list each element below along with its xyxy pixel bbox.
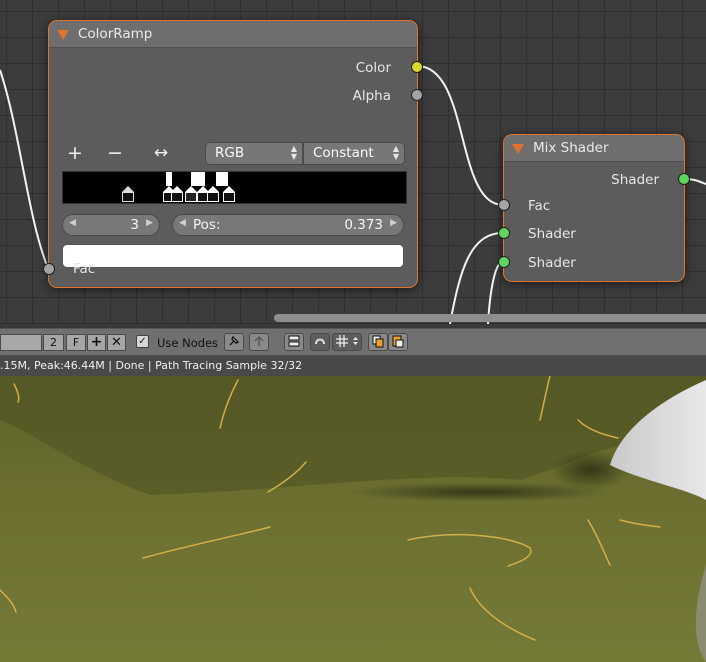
horizontal-scrollbar[interactable] — [274, 314, 706, 322]
dropdown-arrows-icon: ▲ ▼ — [290, 144, 297, 161]
snap-icon[interactable] — [332, 333, 362, 351]
backdrop-icon[interactable] — [284, 333, 304, 351]
render-status-text: .15M, Peak:46.44M | Done | Path Tracing … — [0, 359, 303, 372]
output-shader-label: Shader — [611, 172, 659, 188]
render-image — [0, 376, 706, 662]
output-color-label: Color — [355, 60, 391, 76]
input-shader2-label: Shader — [528, 255, 576, 271]
color-mode-value: RGB — [215, 145, 245, 161]
input-shader1-label: Shader — [528, 226, 576, 242]
output-color-socket[interactable] — [411, 61, 423, 73]
ramp-stop[interactable] — [122, 186, 134, 202]
add-icon[interactable]: + — [64, 141, 86, 165]
position-value: 0.373 — [344, 217, 383, 233]
increment-arrow-icon[interactable]: ▶ — [146, 218, 153, 228]
decrement-arrow-icon[interactable]: ◀ — [69, 218, 76, 228]
mix-shader-header[interactable]: Mix Shader — [504, 135, 684, 162]
ramp-stop[interactable] — [223, 186, 235, 202]
use-nodes-label: Use Nodes — [157, 336, 219, 350]
flip-icon[interactable]: ↔ — [150, 141, 172, 165]
position-field[interactable]: ◀ Pos: 0.373 ▶ — [172, 214, 404, 236]
paste-icon[interactable] — [388, 333, 408, 351]
input-fac-socket[interactable] — [498, 199, 510, 211]
output-alpha-label: Alpha — [352, 88, 391, 104]
parent-icon[interactable] — [249, 333, 269, 351]
render-preview[interactable] — [0, 376, 706, 662]
output-shader-socket[interactable] — [678, 173, 690, 185]
ramp-stop[interactable] — [171, 186, 183, 202]
stop-color-swatch[interactable] — [62, 244, 404, 268]
input-fac-socket[interactable] — [43, 263, 55, 275]
new-icon[interactable]: + — [87, 334, 106, 351]
active-stop-value: 3 — [130, 217, 139, 233]
collapse-arrow-icon[interactable] — [512, 144, 524, 154]
decrement-arrow-icon[interactable]: ◀ — [179, 218, 186, 228]
interpolation-value: Constant — [313, 145, 374, 161]
input-shader1-socket[interactable] — [498, 227, 510, 239]
active-stop-field[interactable]: ◀ 3 ▶ — [62, 214, 160, 236]
position-label: Pos: — [193, 217, 221, 233]
output-alpha-socket[interactable] — [411, 89, 423, 101]
node-title: ColorRamp — [78, 26, 153, 42]
node-editor[interactable]: ColorRamp Color Alpha + − ↔ RGB ▲ ▼ Const… — [0, 0, 706, 324]
color-ramp-bar[interactable] — [62, 171, 407, 204]
input-shader2-socket[interactable] — [498, 256, 510, 268]
ramp-stop[interactable] — [207, 186, 219, 202]
input-fac-label: Fac — [528, 198, 551, 214]
snap-toggle-icon[interactable] — [310, 333, 330, 351]
node-title: Mix Shader — [533, 140, 609, 156]
input-fac-label: Fac — [73, 261, 96, 277]
ramp-stop-active[interactable] — [185, 186, 197, 202]
collapse-arrow-icon[interactable] — [57, 30, 69, 40]
colorramp-node[interactable]: ColorRamp Color Alpha + − ↔ RGB ▲ ▼ Const… — [43, 20, 423, 288]
fake-user-button[interactable]: F — [66, 334, 86, 351]
node-editor-header: 2 F + ✕ ✓ Use Nodes — [0, 328, 706, 356]
pin-icon[interactable] — [224, 333, 244, 351]
copy-icon[interactable] — [368, 333, 388, 351]
material-name-field[interactable] — [0, 334, 42, 351]
delete-icon[interactable]: ✕ — [107, 334, 126, 351]
color-mode-dropdown[interactable]: RGB ▲ ▼ — [205, 142, 303, 165]
remove-icon[interactable]: − — [104, 141, 126, 165]
increment-arrow-icon[interactable]: ▶ — [390, 218, 397, 228]
users-count-field[interactable]: 2 — [43, 334, 64, 351]
interpolation-dropdown[interactable]: Constant ▲ ▼ — [303, 142, 405, 165]
dropdown-arrows-icon: ▲ ▼ — [392, 144, 399, 161]
link-color-to-fac — [416, 65, 504, 206]
link-shader1 — [449, 232, 504, 324]
colorramp-header[interactable]: ColorRamp — [49, 21, 417, 48]
render-status-bar: .15M, Peak:46.44M | Done | Path Tracing … — [0, 356, 706, 376]
mix-shader-node[interactable]: Mix Shader Shader Fac Shader Shader — [498, 134, 690, 282]
link-fac-input — [0, 69, 49, 269]
use-nodes-checkbox[interactable]: ✓ — [136, 335, 149, 348]
